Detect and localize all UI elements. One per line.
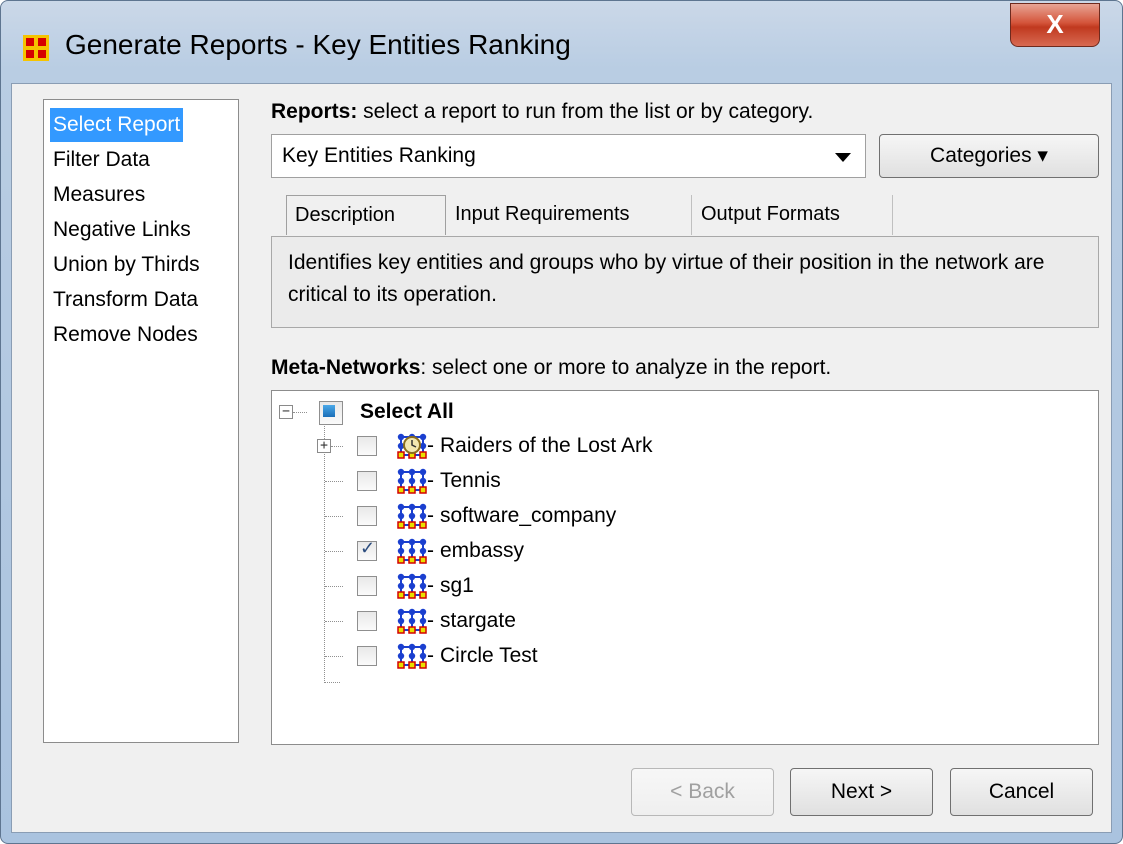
tab-description[interactable]: Description [286, 195, 446, 235]
meta-network-tree: − Select All + - Raiders of the Lost Ark - T… [271, 390, 1099, 745]
tree-row-select-all[interactable]: − Select All [272, 395, 1092, 429]
tab-output-formats[interactable]: Output Formats [693, 195, 893, 235]
network-checkbox[interactable] [357, 576, 377, 596]
step-transform-data[interactable]: Transform Data [50, 283, 201, 317]
reports-heading: Reports: select a report to run from the… [271, 100, 814, 123]
tree-row[interactable]: - software_company [272, 499, 1092, 533]
separator-dash: - [427, 539, 434, 562]
close-button[interactable]: X [1010, 3, 1100, 47]
network-label: Circle Test [440, 644, 538, 667]
back-button[interactable]: < Back [631, 768, 774, 816]
network-label: software_company [440, 504, 617, 527]
timed-network-icon [397, 433, 427, 459]
checkmark-icon: ✓ [360, 538, 376, 558]
network-label: Raiders of the Lost Ark [440, 434, 653, 457]
network-icon [397, 538, 427, 564]
network-checkbox[interactable] [357, 646, 377, 666]
network-checkbox[interactable] [357, 471, 377, 491]
select-all-checkbox[interactable] [319, 401, 343, 425]
tree-connector [331, 446, 343, 447]
window-title: Generate Reports - Key Entities Ranking [65, 29, 571, 60]
separator-dash: - [427, 434, 434, 457]
report-description: Identifies key entities and groups who b… [271, 236, 1099, 328]
cancel-button[interactable]: Cancel [950, 768, 1093, 816]
separator-dash: - [427, 574, 434, 597]
report-select-value: Key Entities Ranking [282, 144, 476, 167]
tree-row[interactable]: - Tennis [272, 464, 1092, 498]
step-list: Select Report Filter Data Measures Negat… [43, 99, 239, 743]
network-label: embassy [440, 539, 525, 562]
dialog-window: Generate Reports - Key Entities Ranking … [0, 0, 1123, 844]
step-measures[interactable]: Measures [50, 178, 148, 212]
app-icon [23, 35, 49, 61]
collapse-icon[interactable]: − [279, 405, 293, 419]
select-all-label: Select All [360, 400, 454, 423]
report-select[interactable]: Key Entities Ranking [271, 134, 866, 178]
network-checkbox[interactable] [357, 436, 377, 456]
dialog-body: Select Report Filter Data Measures Negat… [11, 83, 1112, 833]
tree-connector [324, 682, 340, 683]
step-filter-data[interactable]: Filter Data [50, 143, 153, 177]
categories-button[interactable]: Categories ▾ [879, 134, 1099, 178]
tree-row[interactable]: - Circle Test [272, 639, 1092, 673]
tree-row[interactable]: - stargate [272, 604, 1092, 638]
expand-icon[interactable]: + [317, 439, 331, 453]
network-icon [397, 468, 427, 494]
network-icon [397, 503, 427, 529]
separator-dash: - [427, 644, 434, 667]
tree-row[interactable]: ✓ - embassy [272, 534, 1092, 568]
tree-row[interactable]: - sg1 [272, 569, 1092, 603]
step-remove-nodes[interactable]: Remove Nodes [50, 318, 201, 352]
step-union-by-thirds[interactable]: Union by Thirds [50, 248, 203, 282]
meta-networks-heading: Meta-Networks: select one or more to ana… [271, 356, 832, 379]
tree-row[interactable]: + - Raiders of the Lost Ark [272, 429, 1092, 463]
network-label: Tennis [440, 469, 501, 492]
next-button[interactable]: Next > [790, 768, 933, 816]
tree-connector [325, 656, 343, 657]
tree-connector [325, 516, 343, 517]
title-bar[interactable]: Generate Reports - Key Entities Ranking … [1, 1, 1122, 83]
separator-dash: - [427, 609, 434, 632]
step-select-report[interactable]: Select Report [50, 108, 184, 142]
network-label: sg1 [440, 574, 474, 597]
network-label: stargate [440, 609, 516, 632]
separator-dash: - [427, 469, 434, 492]
network-icon [397, 643, 427, 669]
tree-connector [325, 621, 343, 622]
tree-connector [325, 586, 343, 587]
tree-connector [325, 551, 343, 552]
network-checkbox[interactable] [357, 506, 377, 526]
separator-dash: - [427, 504, 434, 527]
network-checkbox[interactable] [357, 611, 377, 631]
network-icon [397, 608, 427, 634]
dropdown-arrow-icon [835, 153, 851, 162]
step-negative-links[interactable]: Negative Links [50, 213, 194, 247]
network-checkbox[interactable]: ✓ [357, 538, 377, 561]
tree-connector [325, 481, 343, 482]
tab-input-requirements[interactable]: Input Requirements [447, 195, 692, 235]
tree-connector [293, 412, 307, 413]
network-icon [397, 573, 427, 599]
